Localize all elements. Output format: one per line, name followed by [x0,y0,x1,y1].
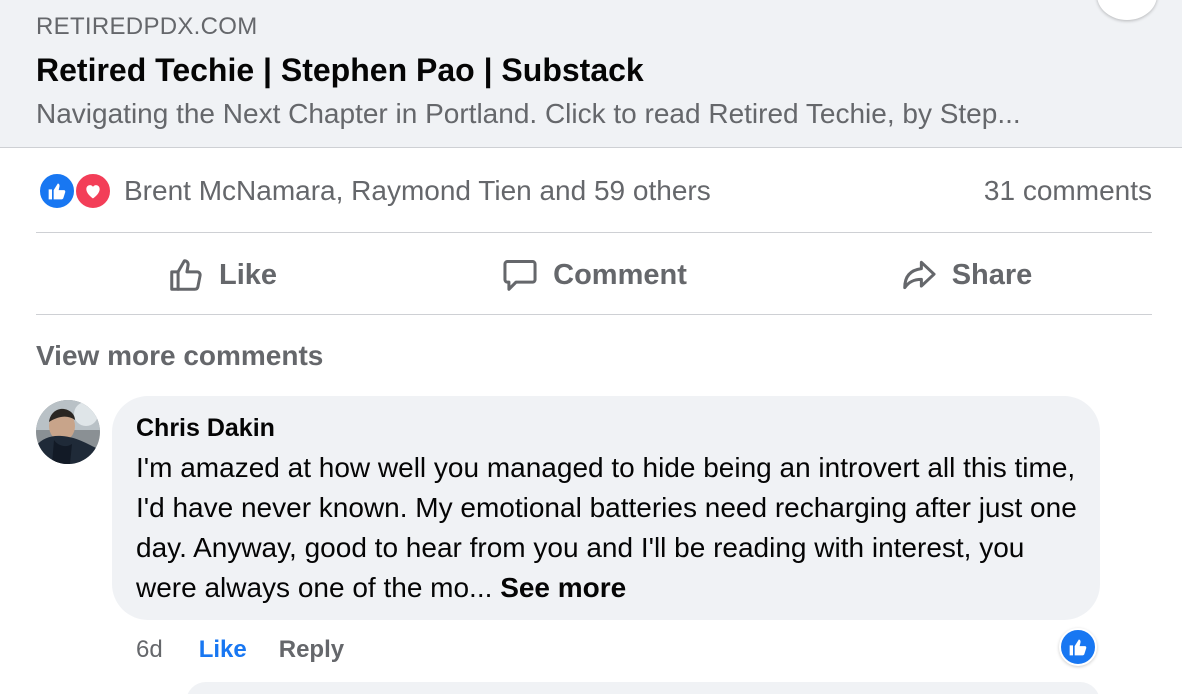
comment-button[interactable]: Comment [408,240,780,310]
reply-bubble [186,682,1100,694]
reactors-text[interactable]: Brent McNamara, Raymond Tien and 59 othe… [124,175,711,207]
comment-meta: 6d Like Reply [136,634,344,666]
reaction-icons[interactable] [38,172,116,210]
avatar[interactable] [36,400,100,464]
like-icon [1069,639,1087,656]
link-preview-card[interactable]: RETIREDPDX.COM Retired Techie | Stephen … [0,0,1182,148]
link-title[interactable]: Retired Techie | Stephen Pao | Substack [36,52,644,89]
comment-timestamp[interactable]: 6d [136,636,163,664]
comment-reply-button[interactable]: Reply [279,636,344,664]
thumbs-up-icon [170,259,202,291]
like-label: Like [218,258,278,291]
share-button[interactable]: Share [780,240,1152,310]
link-domain: RETIREDPDX.COM [36,13,258,40]
link-description: Navigating the Next Chapter in Portland.… [36,98,1021,129]
love-icon [74,172,112,210]
reactions-summary: Brent McNamara, Raymond Tien and 59 othe… [36,168,1152,214]
comment-text: I'm amazed at how well you managed to hi… [136,448,1086,608]
comment-author[interactable]: Chris Dakin [136,414,275,443]
like-icon [38,172,76,210]
comment-count[interactable]: 31 comments [984,175,1152,207]
comment-bubble: Chris Dakin I'm amazed at how well you m… [112,396,1100,620]
share-icon [902,260,936,290]
divider [36,314,1152,315]
comment-icon [503,260,537,291]
share-label: Share [951,258,1033,291]
view-more-comments-link[interactable]: View more comments [36,340,323,372]
comment-reaction-badge[interactable] [1059,628,1097,666]
divider [36,232,1152,233]
comment-label: Comment [553,258,687,291]
like-button[interactable]: Like [36,240,408,310]
comment-like-button[interactable]: Like [199,636,247,664]
more-options-button[interactable] [1097,0,1157,20]
see-more-link[interactable]: See more [500,572,626,603]
